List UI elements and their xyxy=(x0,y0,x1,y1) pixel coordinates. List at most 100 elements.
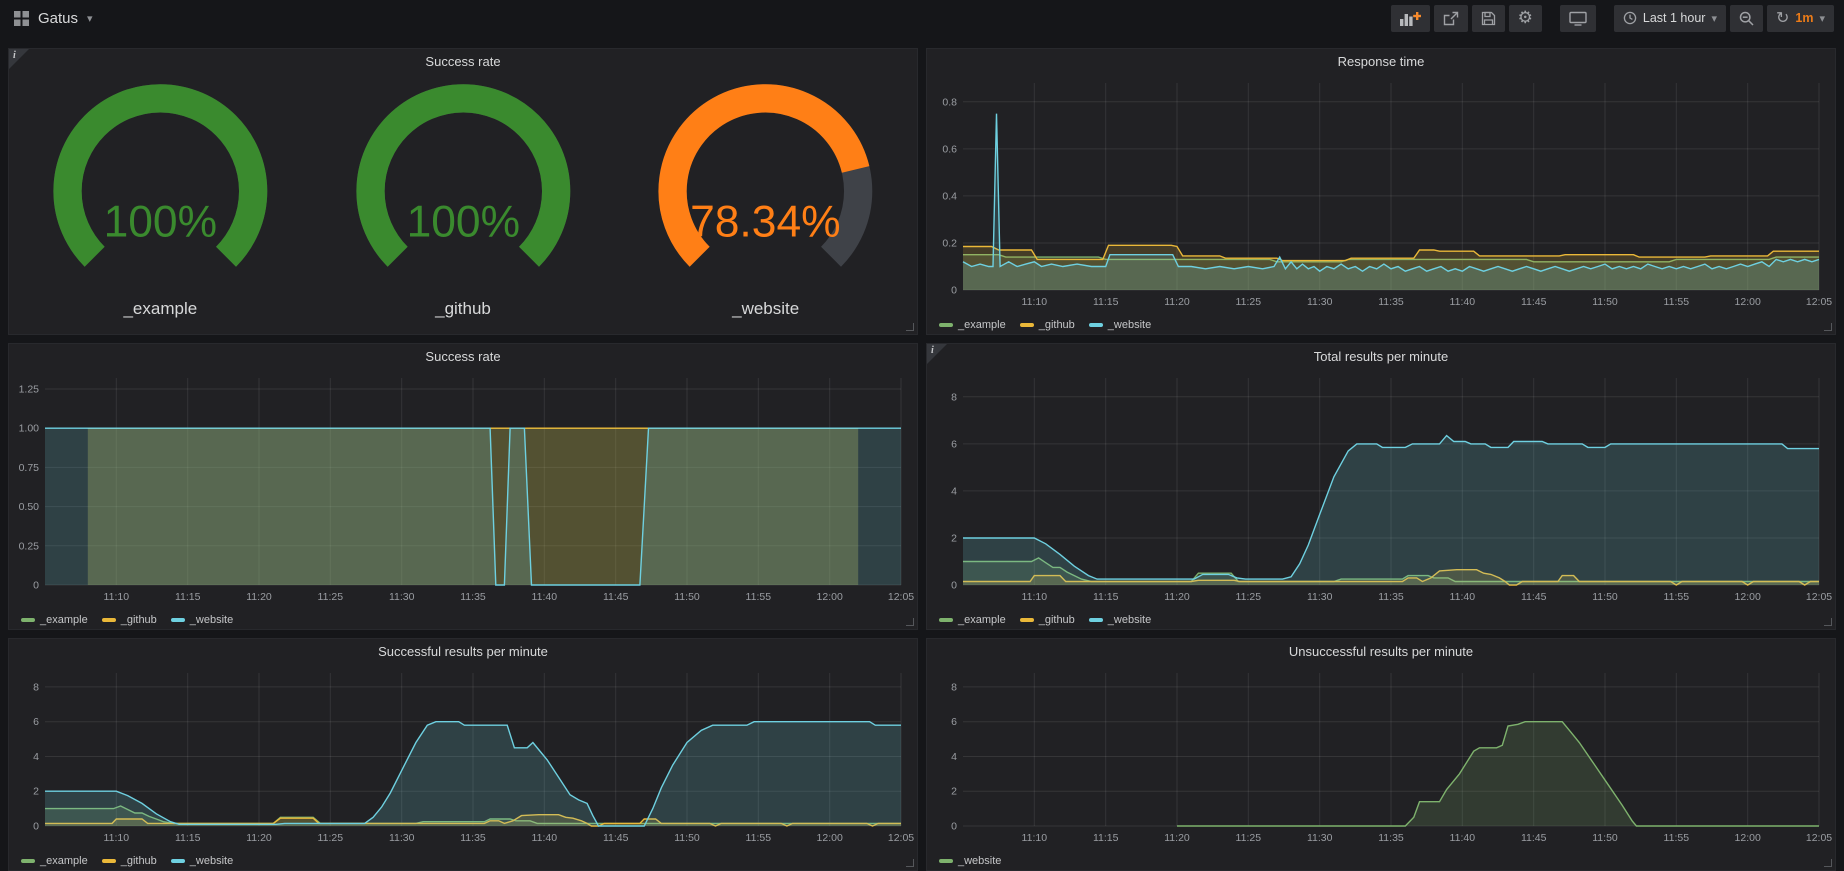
panel-response-time: Response time 11:1011:1511:2011:2511:301… xyxy=(926,48,1836,335)
chart-svg: 11:1011:1511:2011:2511:3011:3511:4011:45… xyxy=(9,370,917,605)
svg-text:11:20: 11:20 xyxy=(1164,832,1190,844)
svg-text:11:15: 11:15 xyxy=(1093,832,1119,844)
svg-text:11:20: 11:20 xyxy=(1164,296,1190,308)
panel-success-rate-gauges: i Success rate 100%_example100%_github78… xyxy=(8,48,918,335)
svg-text:0.8: 0.8 xyxy=(942,96,957,108)
svg-text:0: 0 xyxy=(33,580,39,592)
legend-item-_website[interactable]: _website xyxy=(1089,319,1151,331)
svg-text:11:40: 11:40 xyxy=(532,591,558,603)
svg-text:0.4: 0.4 xyxy=(942,190,957,202)
cycle-view-mode-button[interactable] xyxy=(1560,5,1596,32)
gauge-arc: 78.34% xyxy=(614,75,917,297)
legend-swatch xyxy=(939,859,953,863)
legend-item-_website[interactable]: _website xyxy=(1089,614,1151,626)
dashboard-title[interactable]: Gatus xyxy=(38,10,78,27)
successful-results-chart[interactable]: 11:1011:1511:2011:2511:3011:3511:4011:45… xyxy=(9,665,917,851)
gauge-value: 78.34% xyxy=(690,197,841,246)
legend-item-_website[interactable]: _website xyxy=(939,855,1001,867)
svg-text:11:30: 11:30 xyxy=(1307,296,1333,308)
legend: _example _github _website xyxy=(927,610,1835,630)
svg-text:0.50: 0.50 xyxy=(19,501,40,513)
svg-text:2: 2 xyxy=(951,533,957,545)
panel-info-icon[interactable]: i xyxy=(9,49,29,69)
legend: _website xyxy=(927,851,1835,871)
legend-swatch xyxy=(102,859,116,863)
response-time-chart[interactable]: 11:1011:1511:2011:2511:3011:3511:4011:45… xyxy=(927,75,1835,315)
svg-text:11:50: 11:50 xyxy=(674,591,700,603)
time-range-picker[interactable]: Last 1 hour ▾ xyxy=(1614,5,1726,32)
legend-item-_example[interactable]: _example xyxy=(21,614,88,626)
svg-text:11:15: 11:15 xyxy=(1093,591,1119,603)
success-rate-chart[interactable]: 11:1011:1511:2011:2511:3011:3511:4011:45… xyxy=(9,370,917,610)
panel-title[interactable]: Response time xyxy=(927,49,1835,75)
gauge-label: _github xyxy=(435,299,491,319)
svg-text:11:50: 11:50 xyxy=(1592,591,1618,603)
resize-handle[interactable] xyxy=(906,618,914,626)
legend-item-_website[interactable]: _website xyxy=(171,855,233,867)
legend-swatch xyxy=(1020,618,1034,622)
add-panel-button[interactable] xyxy=(1391,5,1430,32)
svg-text:1.25: 1.25 xyxy=(19,384,40,396)
zoom-out-button[interactable] xyxy=(1730,5,1763,32)
panel-title[interactable]: Successful results per minute xyxy=(9,639,917,665)
svg-text:12:05: 12:05 xyxy=(888,832,914,844)
svg-text:11:45: 11:45 xyxy=(603,591,629,603)
legend-swatch xyxy=(171,618,185,622)
svg-text:11:55: 11:55 xyxy=(746,832,772,844)
svg-text:11:45: 11:45 xyxy=(603,832,629,844)
panel-info-icon[interactable]: i xyxy=(927,344,947,364)
dashboard-grid: i Success rate 100%_example100%_github78… xyxy=(0,36,1844,871)
svg-text:12:00: 12:00 xyxy=(817,832,843,844)
share-button[interactable] xyxy=(1434,5,1468,32)
dashboard-grid-icon[interactable] xyxy=(14,11,29,26)
svg-text:11:55: 11:55 xyxy=(1664,832,1690,844)
legend-swatch xyxy=(21,859,35,863)
refresh-icon: ↻ xyxy=(1776,10,1789,26)
svg-text:11:25: 11:25 xyxy=(318,832,344,844)
svg-text:11:20: 11:20 xyxy=(246,832,272,844)
svg-text:1.00: 1.00 xyxy=(19,423,40,435)
save-button[interactable] xyxy=(1472,5,1505,32)
gauge-value: 100% xyxy=(406,197,520,246)
legend-item-_github[interactable]: _github xyxy=(102,614,157,626)
svg-text:11:10: 11:10 xyxy=(1022,296,1048,308)
settings-button[interactable]: ⚙ xyxy=(1509,5,1542,32)
resize-handle[interactable] xyxy=(1824,323,1832,331)
svg-text:11:40: 11:40 xyxy=(1450,591,1476,603)
panel-title[interactable]: Success rate xyxy=(9,344,917,370)
resize-handle[interactable] xyxy=(1824,618,1832,626)
legend-item-_example[interactable]: _example xyxy=(939,319,1006,331)
chart-svg: 11:1011:1511:2011:2511:3011:3511:4011:45… xyxy=(927,75,1835,310)
svg-text:11:35: 11:35 xyxy=(460,591,486,603)
resize-handle[interactable] xyxy=(906,323,914,331)
svg-text:11:40: 11:40 xyxy=(532,832,558,844)
legend-item-_github[interactable]: _github xyxy=(1020,319,1075,331)
unsuccessful-results-chart[interactable]: 11:1011:1511:2011:2511:3011:3511:4011:45… xyxy=(927,665,1835,851)
caret-down-icon: ▾ xyxy=(87,12,93,25)
svg-text:0.6: 0.6 xyxy=(942,143,957,155)
legend-item-_github[interactable]: _github xyxy=(1020,614,1075,626)
svg-text:11:20: 11:20 xyxy=(1164,591,1190,603)
svg-text:11:45: 11:45 xyxy=(1521,296,1547,308)
svg-text:11:15: 11:15 xyxy=(1093,296,1119,308)
legend-item-_github[interactable]: _github xyxy=(102,855,157,867)
navbar: Gatus ▾ ⚙ Last 1 hour ▾ ↻ 1m xyxy=(0,0,1844,36)
legend-item-_website[interactable]: _website xyxy=(171,614,233,626)
legend-item-_example[interactable]: _example xyxy=(939,614,1006,626)
panel-title[interactable]: Unsuccessful results per minute xyxy=(927,639,1835,665)
svg-text:11:20: 11:20 xyxy=(246,591,272,603)
panel-title[interactable]: Success rate xyxy=(9,49,917,75)
resize-handle[interactable] xyxy=(906,859,914,867)
svg-text:11:30: 11:30 xyxy=(389,591,415,603)
refresh-button[interactable]: ↻ 1m ▾ xyxy=(1767,5,1834,32)
total-results-chart[interactable]: 11:1011:1511:2011:2511:3011:3511:4011:45… xyxy=(927,370,1835,610)
svg-text:4: 4 xyxy=(951,485,957,497)
caret-down-icon: ▾ xyxy=(1819,12,1825,25)
resize-handle[interactable] xyxy=(1824,859,1832,867)
legend-item-_example[interactable]: _example xyxy=(21,855,88,867)
svg-text:2: 2 xyxy=(33,786,39,798)
svg-text:11:35: 11:35 xyxy=(1378,832,1404,844)
panel-title[interactable]: Total results per minute xyxy=(927,344,1835,370)
svg-text:11:35: 11:35 xyxy=(1378,296,1404,308)
legend-swatch xyxy=(1089,323,1103,327)
